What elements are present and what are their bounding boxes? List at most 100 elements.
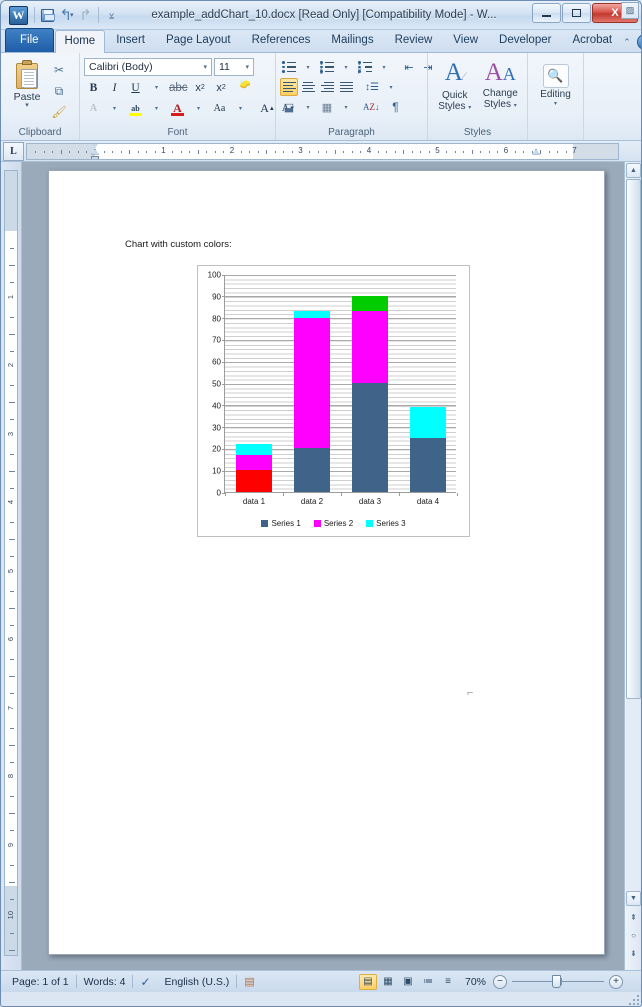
- minimize-button[interactable]: [532, 3, 561, 23]
- tab-developer[interactable]: Developer: [489, 29, 561, 52]
- word-count[interactable]: Words: 4: [77, 976, 133, 988]
- help-icon[interactable]: ?: [636, 34, 641, 50]
- zoom-track[interactable]: [512, 975, 604, 988]
- chart-bar[interactable]: [236, 444, 272, 492]
- borders-button[interactable]: ▦: [318, 98, 336, 116]
- proofing-status-button[interactable]: ✓: [133, 975, 157, 989]
- chart-legend-item[interactable]: Series 3: [366, 519, 406, 528]
- quick-styles-button[interactable]: A⁄ Quick Styles ▾: [432, 58, 478, 114]
- zoom-slider[interactable]: − +: [493, 974, 637, 989]
- chart-object[interactable]: 0 10 20 30 40 50 60 70 80 90 100 data 1 data 2 data 3…: [197, 265, 470, 537]
- shading-button[interactable]: ⬓: [280, 98, 298, 116]
- multilevel-caret-icon[interactable]: ▾: [375, 58, 393, 76]
- change-case-button[interactable]: Aa: [210, 99, 229, 118]
- bold-button[interactable]: B: [84, 78, 103, 97]
- zoom-level[interactable]: 70%: [458, 976, 493, 988]
- paste-button[interactable]: Paste ▾: [5, 58, 49, 109]
- clear-formatting-button[interactable]: 🧽: [239, 78, 261, 97]
- chart-bar-segment[interactable]: [352, 383, 388, 492]
- decrease-indent-button[interactable]: ⇤: [400, 58, 418, 76]
- subscript-button[interactable]: x2: [191, 78, 210, 97]
- text-effects-button[interactable]: A: [84, 99, 103, 118]
- numbering-button[interactable]: 123: [318, 58, 336, 76]
- superscript-button[interactable]: x2: [212, 78, 231, 97]
- chart-bar-segment[interactable]: [410, 437, 446, 492]
- copy-button[interactable]: ⧉: [49, 82, 69, 100]
- scroll-down-button[interactable]: ▼: [626, 891, 641, 906]
- underline-button[interactable]: U: [126, 78, 145, 97]
- horizontal-ruler[interactable]: 1 2 3 4 5 6 7: [26, 142, 619, 160]
- justify-button[interactable]: [337, 78, 355, 96]
- view-draft-button[interactable]: ≡: [439, 974, 457, 990]
- tab-mailings[interactable]: Mailings: [321, 29, 383, 52]
- tab-page-layout[interactable]: Page Layout: [156, 29, 241, 52]
- font-color-caret-icon[interactable]: ▾: [189, 99, 208, 118]
- align-left-button[interactable]: [280, 78, 298, 96]
- chart-bar-segment[interactable]: [352, 311, 388, 383]
- change-styles-button[interactable]: AA Change Styles ▾: [478, 58, 524, 112]
- line-spacing-button[interactable]: ↕☰: [363, 78, 381, 96]
- chart-bar-segment[interactable]: [352, 295, 388, 312]
- minimize-ribbon-icon[interactable]: ⌃: [623, 37, 631, 48]
- chart-bar[interactable]: [410, 406, 446, 492]
- scroll-up-button[interactable]: ▲: [626, 163, 641, 178]
- tab-references[interactable]: References: [242, 29, 321, 52]
- right-indent-marker[interactable]: [532, 148, 540, 155]
- cut-button[interactable]: ✂: [49, 61, 69, 79]
- editing-button[interactable]: 🔍 Editing ▾: [532, 58, 579, 107]
- tab-home[interactable]: Home: [54, 30, 106, 53]
- show-formatting-marks-button[interactable]: ¶: [387, 98, 405, 116]
- language-indicator[interactable]: English (U.S.): [158, 976, 237, 988]
- chart-legend-item[interactable]: Series 2: [313, 519, 353, 528]
- font-color-button[interactable]: A: [168, 99, 187, 118]
- numbering-caret-icon[interactable]: ▾: [337, 58, 355, 76]
- view-full-screen-reading-button[interactable]: ▦: [379, 974, 397, 990]
- chart-bar-segment[interactable]: [236, 444, 272, 455]
- chart-legend-item[interactable]: Series 1: [261, 519, 301, 528]
- format-painter-button[interactable]: 🖌: [49, 103, 69, 121]
- borders-caret-icon[interactable]: ▾: [337, 98, 355, 116]
- redo-button[interactable]: ↱: [76, 6, 95, 25]
- zoom-in-button[interactable]: +: [609, 974, 623, 989]
- tab-insert[interactable]: Insert: [106, 29, 155, 52]
- save-button[interactable]: [38, 6, 57, 25]
- page-indicator[interactable]: Page: 1 of 1: [5, 976, 76, 988]
- word-logo-icon[interactable]: W: [9, 5, 28, 25]
- customize-quick-access-toolbar-button[interactable]: ⩣: [102, 6, 121, 25]
- change-case-caret-icon[interactable]: ▾: [231, 99, 250, 118]
- previous-page-button[interactable]: ⇞: [627, 911, 640, 924]
- chart-bar-segment[interactable]: [294, 317, 330, 449]
- document-area[interactable]: Chart with custom colors: ⌐ 0 10 20 30 40 50 6…: [22, 162, 624, 970]
- view-print-layout-button[interactable]: ▤: [358, 973, 377, 990]
- maximize-button[interactable]: [562, 3, 591, 23]
- scroll-thumb[interactable]: [626, 179, 641, 699]
- text-highlight-color-button[interactable]: ab: [126, 99, 145, 118]
- font-name-combobox[interactable]: Calibri (Body) ▾: [84, 58, 212, 76]
- bullets-button[interactable]: [280, 58, 298, 76]
- chart-bar-segment[interactable]: [410, 406, 446, 438]
- tab-review[interactable]: Review: [385, 29, 443, 52]
- align-right-button[interactable]: [318, 78, 336, 96]
- document-page[interactable]: Chart with custom colors: ⌐ 0 10 20 30 40 50 6…: [48, 170, 605, 955]
- chart-bar-segment[interactable]: [236, 454, 272, 471]
- zoom-out-button[interactable]: −: [493, 974, 507, 989]
- align-center-button[interactable]: [299, 78, 317, 96]
- sort-button[interactable]: AZ↓: [362, 98, 381, 116]
- bullets-caret-icon[interactable]: ▾: [299, 58, 317, 76]
- view-ruler-button[interactable]: ▨: [621, 2, 639, 19]
- next-page-button[interactable]: ⇟: [627, 947, 640, 960]
- highlight-caret-icon[interactable]: ▾: [147, 99, 166, 118]
- tab-file[interactable]: File: [5, 28, 54, 52]
- italic-button[interactable]: I: [105, 78, 124, 97]
- resize-grip[interactable]: [627, 993, 639, 1005]
- tab-view[interactable]: View: [443, 29, 488, 52]
- tab-stop-selector[interactable]: L: [3, 141, 24, 161]
- multilevel-list-button[interactable]: 1ai: [356, 58, 374, 76]
- left-indent-marker[interactable]: [91, 155, 99, 159]
- chart-bar-segment[interactable]: [236, 470, 272, 492]
- chart-bar[interactable]: [294, 311, 330, 492]
- chart-bar[interactable]: [352, 295, 388, 492]
- line-spacing-caret-icon[interactable]: ▾: [382, 78, 400, 96]
- tab-acrobat[interactable]: Acrobat: [562, 29, 622, 52]
- vertical-scrollbar[interactable]: ▲ ▼ ⇞ ○ ⇟: [624, 162, 641, 970]
